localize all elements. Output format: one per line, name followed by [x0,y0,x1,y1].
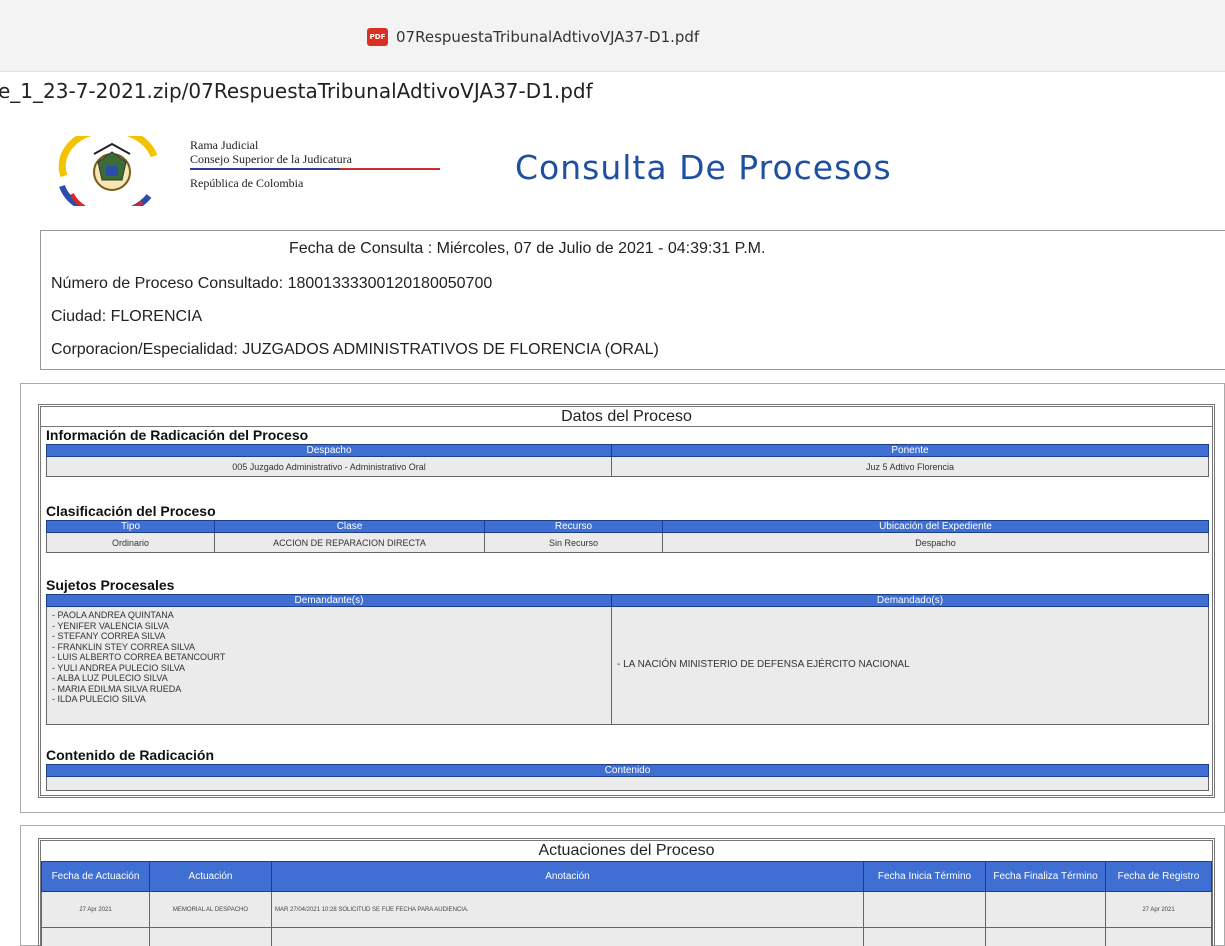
despacho-value: 005 Juzgado Administrativo - Administrat… [46,456,612,477]
demandante-item: - ALBA LUZ PULECIO SILVA [52,673,168,683]
cell-inicia [863,891,986,928]
col-fecha-registro: Fecha de Registro [1105,861,1212,892]
ponente-value: Juz 5 Adtivo Florencia [611,456,1209,477]
sujetos-heading: Sujetos Procesales [46,577,175,593]
contenido-table: Contenido [46,764,1209,791]
col-contenido: Contenido [46,764,1209,777]
clasificacion-heading: Clasificación del Proceso [46,503,216,519]
cell-empty [41,927,150,946]
cell-empty [863,927,986,946]
institution-line3: República de Colombia [190,176,304,190]
datos-proceso-panel: Datos del Proceso Información de Radicac… [20,383,1225,813]
demandante-item: - FRANKLIN STEY CORREA SILVA [52,641,196,652]
demandante-item: - PAOLA ANDREA QUINTANA [52,610,174,620]
demandante-item: - ILDA PULECIO SILVA [52,694,146,704]
col-anotacion: Anotación [271,861,864,892]
cell-empty [1105,927,1212,946]
actuaciones-title: Actuaciones del Proceso [538,842,715,859]
clase-value: ACCION DE REPARACION DIRECTA [214,532,485,553]
actuaciones-table: Fecha de Actuación Actuación Anotación F… [41,861,1212,946]
pdf-icon: PDF [367,28,388,46]
table-row: 27 Apr 2021 MEMORIAL AL DESPACHO MAR 27/… [41,891,1212,928]
col-despacho: Despacho [46,444,612,457]
col-recurso: Recurso [484,520,663,533]
cell-empty [149,927,272,946]
demandado-value: - LA NACIÓN MINISTERIO DE DEFENSA EJÉRCI… [611,606,1209,725]
col-ubicacion: Ubicación del Expediente [662,520,1209,533]
col-fecha-actuacion: Fecha de Actuación [41,861,150,892]
actuaciones-frame: Actuaciones del Proceso Fecha de Actuaci… [38,838,1215,946]
demandante-item: - YULI ANDREA PULECIO SILVA [52,662,186,673]
ciudad: Ciudad: FLORENCIA [51,308,203,325]
datos-frame: Datos del Proceso Información de Radicac… [38,404,1215,798]
pdf-page: Rama Judicial Consejo Superior de la Jud… [20,118,1225,946]
col-demandados: Demandado(s) [611,594,1209,607]
recurso-value: Sin Recurso [484,532,663,553]
radicacion-table: Despacho Ponente 005 Juzgado Administrat… [46,444,1209,477]
col-fecha-finaliza: Fecha Finaliza Término [985,861,1106,892]
datos-title: Datos del Proceso [41,407,1212,427]
table-row [41,927,1212,946]
demandante-item: - LUIS ALBERTO CORREA BETANCOURT [52,652,226,662]
colombia-seal-icon [58,136,158,206]
corporacion: Corporacion/Especialidad: JUZGADOS ADMIN… [51,341,659,358]
viewer-titlebar: PDF 07RespuestaTribunalAdtivoVJA37-D1.pd… [0,0,1225,72]
demandante-item: - YENIFER VALENCIA SILVA [52,620,169,631]
cell-anotacion: MAR 27/04/2021 10:28 SOLICITUD SE FIJE F… [271,891,864,928]
col-actuacion: Actuación [149,861,272,892]
col-fecha-inicia: Fecha Inicia Término [863,861,986,892]
numero-proceso: Número de Proceso Consultado: 1800133330… [51,275,493,292]
cell-registro: 27 Apr 2021 [1105,891,1212,928]
cell-actuacion: MEMORIAL AL DESPACHO [149,891,272,928]
contenido-heading: Contenido de Radicación [46,747,215,763]
institution-header: Rama Judicial Consejo Superior de la Jud… [52,132,452,212]
cell-empty [271,927,864,946]
institution-text: Rama Judicial Consejo Superior de la Jud… [190,138,440,190]
institution-line2: Consejo Superior de la Judicatura [190,152,352,166]
page-title: Consulta De Procesos [515,148,892,187]
tipo-value: Ordinario [46,532,215,553]
sujetos-table: Demandante(s) Demandado(s) - PAOLA ANDRE… [46,594,1209,725]
institution-divider [190,168,440,170]
tab-title: 07RespuestaTribunalAdtivoVJA37-D1.pdf [396,28,700,46]
clasificacion-table: Tipo Clase Recurso Ubicación del Expedie… [46,520,1209,553]
col-demandantes: Demandante(s) [46,594,612,607]
ubicacion-value: Despacho [662,532,1209,553]
col-clase: Clase [214,520,485,533]
consulta-box: Fecha de Consulta : Miércoles, 07 de Jul… [40,230,1225,370]
demandante-item: - MARIA EDILMA SILVA RUEDA [52,683,182,694]
path-bar: e_1_23-7-2021.zip/07RespuestaTribunalAdt… [0,72,1225,110]
institution-line1: Rama Judicial [190,138,259,152]
demandante-item: - STEFANY CORREA SILVA [52,631,166,641]
actuaciones-panel: Actuaciones del Proceso Fecha de Actuaci… [20,825,1225,946]
cell-fecha: 27 Apr 2021 [41,891,150,928]
col-ponente: Ponente [611,444,1209,457]
contenido-value [46,776,1209,791]
fecha-consulta: Fecha de Consulta : Miércoles, 07 de Jul… [289,240,766,257]
demandantes-list: - PAOLA ANDREA QUINTANA - YENIFER VALENC… [46,606,612,725]
file-path: e_1_23-7-2021.zip/07RespuestaTribunalAdt… [0,79,593,103]
document-tab[interactable]: PDF 07RespuestaTribunalAdtivoVJA37-D1.pd… [367,26,699,48]
cell-finaliza [985,891,1106,928]
col-tipo: Tipo [46,520,215,533]
cell-empty [985,927,1106,946]
radicacion-heading: Información de Radicación del Proceso [46,427,309,443]
